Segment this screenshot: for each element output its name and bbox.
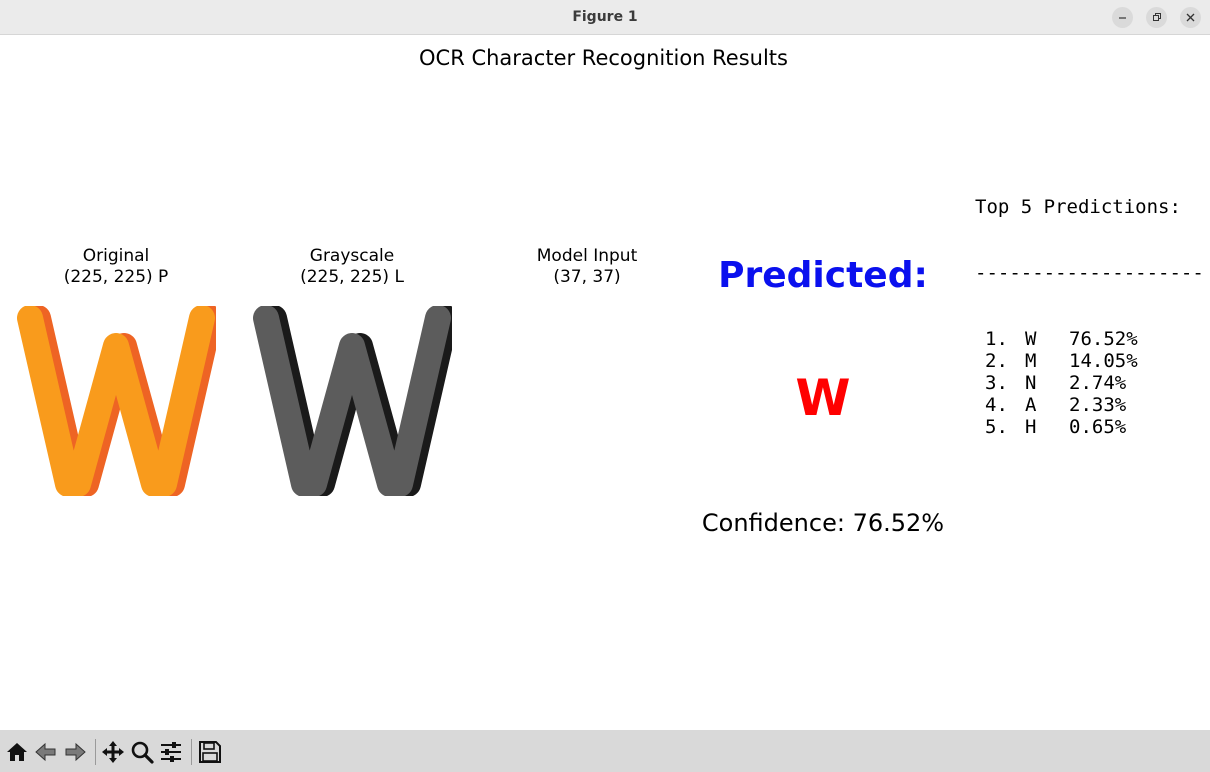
top5-probability: 14.05% bbox=[1069, 350, 1138, 372]
close-button[interactable] bbox=[1180, 7, 1201, 28]
original-panel-title: Original (225, 225) P bbox=[63, 246, 169, 287]
top5-item: 3. N 2.74% bbox=[975, 372, 1210, 394]
top5-character: H bbox=[1025, 416, 1037, 438]
save-icon bbox=[199, 741, 221, 763]
top5-character: M bbox=[1025, 350, 1037, 372]
top5-item: 4. A 2.33% bbox=[975, 394, 1210, 416]
close-icon bbox=[1186, 13, 1195, 22]
zoom-button[interactable] bbox=[129, 739, 155, 765]
top5-rank: 1. bbox=[985, 328, 1008, 350]
top5-header: Top 5 Predictions: bbox=[975, 196, 1181, 218]
figure-canvas: OCR Character Recognition Results Origin… bbox=[0, 36, 1210, 730]
forward-icon bbox=[65, 742, 86, 762]
navigation-toolbar bbox=[0, 730, 1210, 772]
window-titlebar: Figure 1 bbox=[0, 0, 1210, 35]
forward-button[interactable] bbox=[62, 739, 88, 765]
top5-probability: 76.52% bbox=[1069, 328, 1138, 350]
minimize-icon bbox=[1119, 17, 1126, 19]
top5-item: 2. M 14.05% bbox=[975, 350, 1210, 372]
top5-character: N bbox=[1025, 372, 1037, 394]
configure-subplots-icon bbox=[161, 742, 181, 762]
top5-rank: 4. bbox=[985, 394, 1008, 416]
top5-item: 1. W 76.52% bbox=[975, 328, 1210, 350]
home-button[interactable] bbox=[4, 739, 30, 765]
toolbar-separator bbox=[95, 739, 96, 765]
original-letter-image bbox=[17, 306, 216, 496]
grayscale-letter-image bbox=[253, 306, 452, 496]
predicted-label: Predicted: bbox=[718, 255, 928, 296]
save-button[interactable] bbox=[197, 739, 223, 765]
back-icon bbox=[35, 742, 56, 762]
top5-list: 1. W 76.52% 2. M 14.05% 3. N 2.74% 4. A 2.33% 5. H 0.6… bbox=[975, 328, 1210, 438]
top5-item: 5. H 0.65% bbox=[975, 416, 1210, 438]
top5-rank: 3. bbox=[985, 372, 1008, 394]
window-title: Figure 1 bbox=[572, 9, 638, 25]
zoom-icon bbox=[131, 741, 154, 764]
confidence-text: Confidence: 76.52% bbox=[701, 509, 945, 537]
top5-probability: 2.74% bbox=[1069, 372, 1127, 394]
pan-button[interactable] bbox=[100, 739, 126, 765]
top5-character: W bbox=[1025, 328, 1037, 350]
model-input-letter-image bbox=[488, 306, 687, 496]
configure-subplots-button[interactable] bbox=[158, 739, 184, 765]
toolbar-separator bbox=[191, 739, 192, 765]
maximize-button[interactable] bbox=[1146, 7, 1167, 28]
predicted-character: W bbox=[795, 369, 851, 427]
figure-suptitle: OCR Character Recognition Results bbox=[419, 46, 788, 70]
top5-character: A bbox=[1025, 394, 1037, 416]
top5-probability: 0.65% bbox=[1069, 416, 1127, 438]
top5-predictions: Top 5 Predictions: -------------------- … bbox=[975, 152, 1210, 482]
home-icon bbox=[7, 743, 27, 761]
top5-probability: 2.33% bbox=[1069, 394, 1127, 416]
top5-divider: -------------------- bbox=[975, 262, 1204, 284]
pan-icon bbox=[102, 741, 124, 763]
top5-rank: 2. bbox=[985, 350, 1008, 372]
grayscale-panel-title: Grayscale (225, 225) L bbox=[300, 246, 404, 287]
back-button[interactable] bbox=[33, 739, 59, 765]
model-input-panel-title: Model Input (37, 37) bbox=[536, 246, 638, 287]
top5-rank: 5. bbox=[985, 416, 1008, 438]
minimize-button[interactable] bbox=[1112, 7, 1133, 28]
maximize-icon bbox=[1153, 13, 1161, 21]
